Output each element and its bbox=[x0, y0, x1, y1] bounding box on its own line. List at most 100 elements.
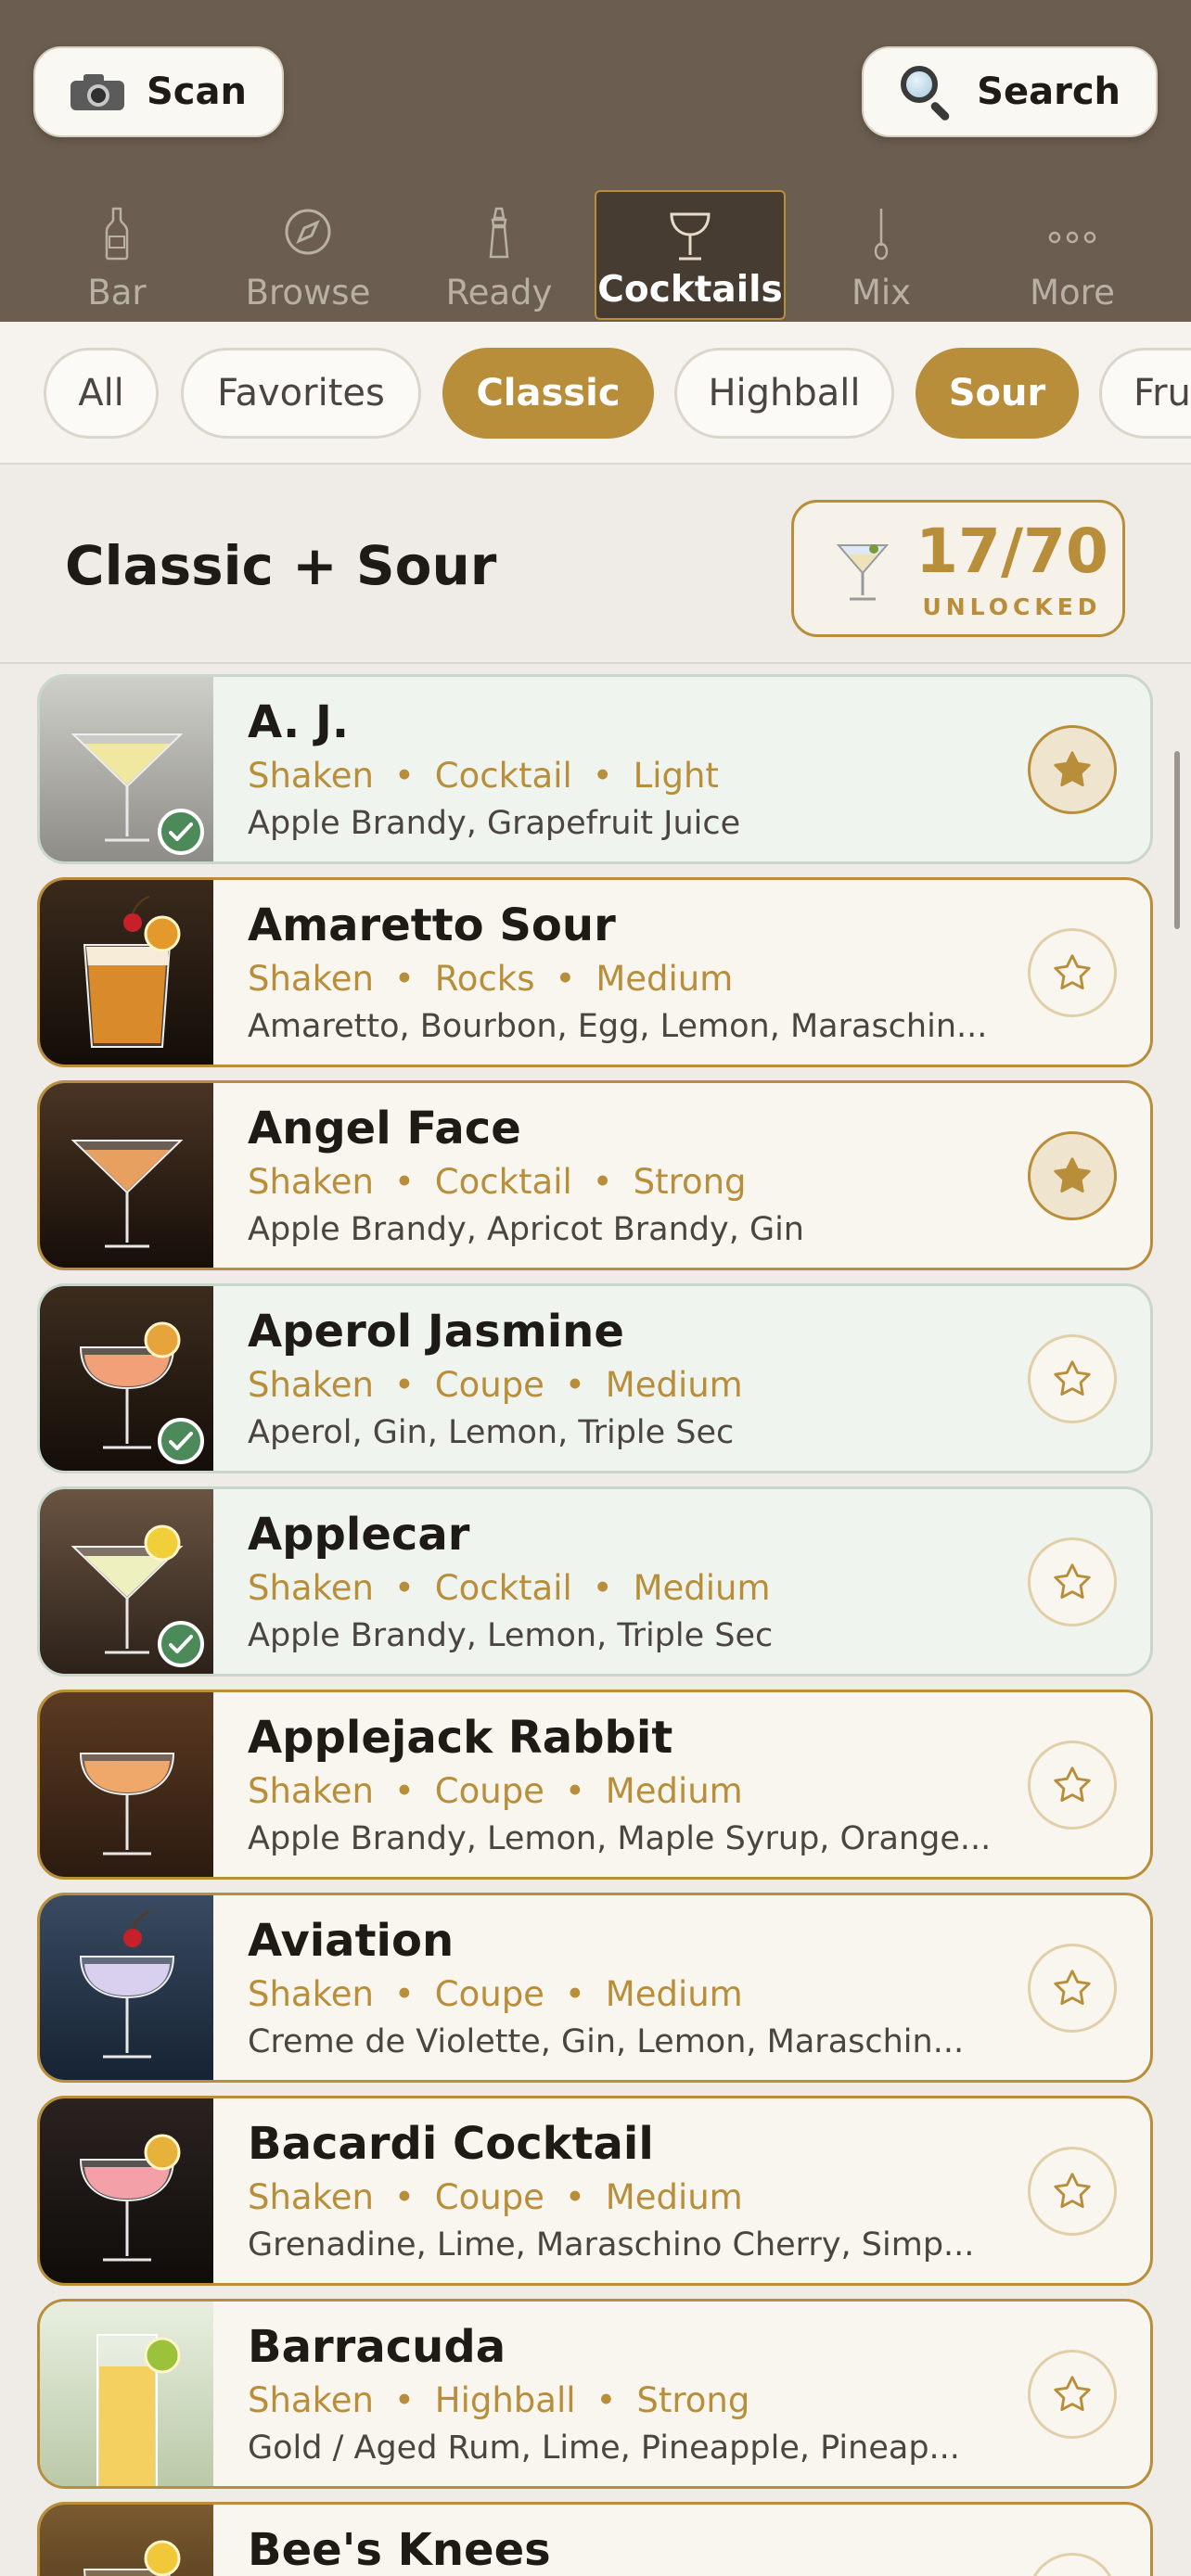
favorite-star-button[interactable] bbox=[1028, 1537, 1117, 1626]
star-icon bbox=[1054, 1766, 1091, 1803]
search-button[interactable]: Search bbox=[862, 46, 1158, 137]
cocktail-ingredients: Aperol, Gin, Lemon, Triple Sec bbox=[248, 1414, 735, 1451]
section-title: Classic + Sour bbox=[65, 534, 497, 597]
scrollbar[interactable] bbox=[1174, 751, 1180, 929]
favorite-star-button[interactable] bbox=[1028, 1944, 1117, 2033]
unlocked-label: UNLOCKED bbox=[922, 593, 1102, 620]
cocktail-meta: Shaken • Rocks • Medium bbox=[248, 959, 734, 999]
cocktail-glass: Coupe bbox=[434, 2177, 544, 2217]
top-bar: Scan Search Bar Browse Ready Cocktails M… bbox=[0, 0, 1191, 322]
tab-cocktails-label: Cocktails bbox=[597, 269, 783, 311]
cocktail-card[interactable]: Applecar Shaken • Cocktail • Medium Apple Br… bbox=[37, 1486, 1153, 1677]
star-icon bbox=[1054, 1360, 1091, 1396]
cocktail-strength: Strong bbox=[633, 1162, 747, 1202]
favorite-star-button[interactable] bbox=[1028, 1334, 1117, 1423]
star-icon bbox=[1054, 1970, 1091, 2006]
cocktail-image bbox=[40, 880, 213, 1065]
cocktail-image bbox=[40, 1692, 213, 1877]
star-icon bbox=[1054, 1563, 1091, 1600]
tab-mix[interactable]: Mix bbox=[786, 190, 977, 320]
cocktail-card[interactable]: Angel Face Shaken • Cocktail • Strong Apple … bbox=[37, 1080, 1153, 1270]
cocktail-image bbox=[40, 2098, 213, 2283]
favorite-star-button[interactable] bbox=[1028, 2553, 1117, 2576]
cocktail-info: Barracuda Shaken • Highball • Strong Gold / … bbox=[248, 2320, 992, 2468]
cocktail-card[interactable]: Bee's Knees bbox=[37, 2502, 1153, 2576]
tab-browse[interactable]: Browse bbox=[212, 190, 403, 320]
bar-spoon-icon bbox=[874, 209, 889, 261]
cocktail-meta: Shaken • Cocktail • Medium bbox=[248, 1568, 771, 1608]
cocktail-method: Shaken bbox=[248, 1568, 374, 1608]
cocktail-glass: Coupe bbox=[434, 1365, 544, 1405]
favorite-star-button[interactable] bbox=[1028, 2147, 1117, 2236]
tab-bar[interactable]: Bar bbox=[21, 190, 212, 320]
unlocked-check-icon bbox=[158, 1418, 204, 1464]
cocktail-method: Shaken bbox=[248, 1162, 374, 1202]
filter-chip-classic[interactable]: Classic bbox=[442, 348, 654, 439]
filter-chip-favorites[interactable]: Favorites bbox=[181, 348, 421, 439]
cocktail-card[interactable]: Bacardi Cocktail Shaken • Coupe • Medium Gre… bbox=[37, 2096, 1153, 2286]
cocktail-ingredients: Amaretto, Bourbon, Egg, Lemon, Maraschin… bbox=[248, 1008, 988, 1045]
cocktail-name: Applecar bbox=[248, 1509, 470, 1561]
shaker-icon bbox=[489, 207, 509, 259]
cocktail-name: Aperol Jasmine bbox=[248, 1306, 624, 1358]
cocktail-info: Aperol Jasmine Shaken • Coupe • Medium Apero… bbox=[248, 1305, 992, 1453]
tab-more[interactable]: More bbox=[977, 190, 1168, 320]
cocktail-strength: Medium bbox=[605, 1771, 743, 1811]
filter-chip-highball[interactable]: Highball bbox=[674, 348, 894, 439]
cocktail-glass: Cocktail bbox=[434, 1568, 572, 1608]
unlocked-counter: 17/70 UNLOCKED bbox=[791, 500, 1125, 637]
filter-chip-fruity[interactable]: Fruity bbox=[1099, 348, 1191, 439]
star-icon bbox=[1054, 1157, 1091, 1193]
filter-chip-bar: All Favorites Classic Highball Sour Frui… bbox=[0, 322, 1191, 465]
cocktail-name: Applejack Rabbit bbox=[248, 1712, 673, 1764]
unlocked-count: 17/70 bbox=[916, 516, 1108, 587]
cocktail-meta: Shaken • Highball • Strong bbox=[248, 2380, 750, 2420]
cocktail-info: Applejack Rabbit Shaken • Coupe • Medium App… bbox=[248, 1711, 992, 1859]
cocktail-info: Bee's Knees bbox=[248, 2523, 992, 2576]
cocktail-meta: Shaken • Coupe • Medium bbox=[248, 1974, 743, 2014]
cocktail-image bbox=[40, 2505, 213, 2576]
cocktail-card[interactable]: Barracuda Shaken • Highball • Strong Gold / … bbox=[37, 2299, 1153, 2489]
cocktail-meta: Shaken • Coupe • Medium bbox=[248, 1365, 743, 1405]
favorite-star-button[interactable] bbox=[1028, 1131, 1117, 1220]
cocktail-card[interactable]: Aperol Jasmine Shaken • Coupe • Medium Apero… bbox=[37, 1283, 1153, 1473]
cocktail-ingredients: Apple Brandy, Grapefruit Juice bbox=[248, 805, 741, 842]
cocktail-image bbox=[40, 2302, 213, 2486]
filter-chip-sour[interactable]: Sour bbox=[916, 348, 1079, 439]
tab-ready[interactable]: Ready bbox=[403, 190, 595, 320]
search-button-label: Search bbox=[977, 70, 1121, 113]
cocktail-card[interactable]: Aviation Shaken • Coupe • Medium Creme de Vi… bbox=[37, 1893, 1153, 2083]
scan-button[interactable]: Scan bbox=[33, 46, 284, 137]
favorite-star-button[interactable] bbox=[1028, 725, 1117, 814]
cocktail-strength: Medium bbox=[605, 1365, 743, 1405]
cocktail-meta: Shaken • Coupe • Medium bbox=[248, 1771, 743, 1811]
cocktail-name: A. J. bbox=[248, 696, 350, 748]
favorite-star-button[interactable] bbox=[1028, 1741, 1117, 1830]
cocktail-ingredients: Gold / Aged Rum, Lime, Pineapple, Pineap… bbox=[248, 2429, 960, 2467]
favorite-star-button[interactable] bbox=[1028, 928, 1117, 1017]
cocktail-name: Amaretto Sour bbox=[248, 899, 616, 951]
cocktail-method: Shaken bbox=[248, 959, 374, 999]
cocktail-ingredients: Apple Brandy, Lemon, Maple Syrup, Orange… bbox=[248, 1820, 992, 1857]
cocktail-card[interactable]: Amaretto Sour Shaken • Rocks • Medium Amaret… bbox=[37, 877, 1153, 1067]
cocktail-strength: Light bbox=[633, 756, 719, 796]
section-divider bbox=[0, 662, 1191, 664]
cocktail-ingredients: Apple Brandy, Lemon, Triple Sec bbox=[248, 1617, 774, 1654]
filter-chip-all[interactable]: All bbox=[44, 348, 159, 439]
cocktail-card[interactable]: A. J. Shaken • Cocktail • Light Apple Brandy… bbox=[37, 674, 1153, 864]
unlocked-check-icon bbox=[158, 809, 204, 855]
cocktail-glass: Cocktail bbox=[434, 756, 572, 796]
bottle-icon bbox=[105, 207, 129, 261]
compass-icon bbox=[285, 209, 331, 255]
cocktail-ingredients: Apple Brandy, Apricot Brandy, Gin bbox=[248, 1211, 804, 1248]
favorite-star-button[interactable] bbox=[1028, 2350, 1117, 2439]
cocktail-meta: Shaken • Cocktail • Light bbox=[248, 756, 719, 796]
cocktail-info: Amaretto Sour Shaken • Rocks • Medium Amaret… bbox=[248, 899, 992, 1047]
cocktail-method: Shaken bbox=[248, 1771, 374, 1811]
cocktail-strength: Medium bbox=[605, 1974, 743, 2014]
cocktail-info: A. J. Shaken • Cocktail • Light Apple Brandy… bbox=[248, 695, 992, 844]
tab-cocktails[interactable]: Cocktails bbox=[595, 190, 786, 320]
cocktail-method: Shaken bbox=[248, 1365, 374, 1405]
cocktail-card[interactable]: Applejack Rabbit Shaken • Coupe • Medium App… bbox=[37, 1690, 1153, 1880]
cocktail-info: Bacardi Cocktail Shaken • Coupe • Medium Gre… bbox=[248, 2117, 992, 2265]
